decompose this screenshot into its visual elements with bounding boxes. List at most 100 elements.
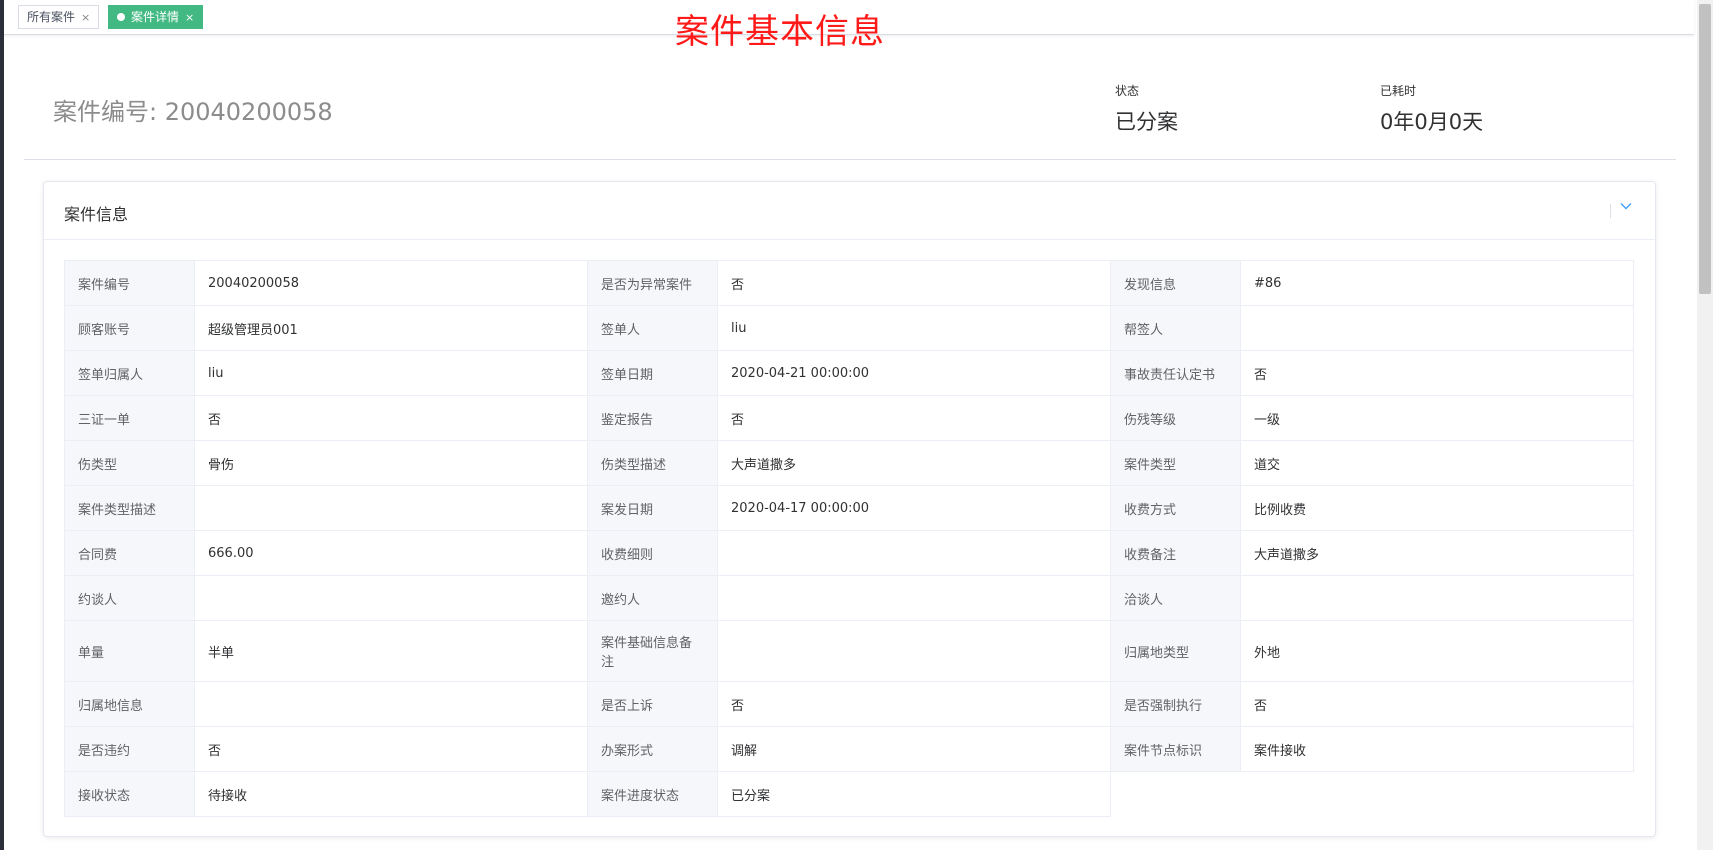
elapsed-label: 已耗时 <box>1380 84 1417 98</box>
close-icon[interactable]: × <box>185 11 194 24</box>
field-value: 20040200058 <box>194 260 588 306</box>
field-label: 案发日期 <box>587 485 718 531</box>
field-label: 接收状态 <box>64 771 195 817</box>
field-label: 事故责任认定书 <box>1110 350 1241 396</box>
field-value: #86 <box>1240 260 1634 306</box>
status-label: 状态 <box>1115 84 1140 98</box>
field-label: 收费备注 <box>1110 530 1241 576</box>
field-value <box>194 575 588 621</box>
field-value: 666.00 <box>194 530 588 576</box>
field-label: 归属地类型 <box>1110 620 1241 682</box>
field-label: 签单人 <box>587 305 718 351</box>
header-divider <box>24 159 1676 160</box>
table-row: 约谈人 邀约人 洽谈人 <box>64 575 1634 621</box>
field-label: 约谈人 <box>64 575 195 621</box>
field-label: 案件基础信息备注 <box>587 620 718 682</box>
table-row: 顾客账号 超级管理员001 签单人 liu 帮签人 <box>64 305 1634 351</box>
field-label: 是否强制执行 <box>1110 681 1241 727</box>
field-value: 超级管理员001 <box>194 305 588 351</box>
field-value: 否 <box>1240 350 1634 396</box>
card-header[interactable]: 案件信息 <box>44 182 1655 240</box>
field-label: 案件进度状态 <box>587 771 718 817</box>
field-value: 大声道撒多 <box>1240 530 1634 576</box>
divider <box>1610 204 1611 218</box>
chevron-down-icon[interactable] <box>1619 199 1633 217</box>
field-value: 2020-04-17 00:00:00 <box>717 485 1111 531</box>
field-value: 半单 <box>194 620 588 682</box>
tab-all-cases[interactable]: 所有案件 × <box>18 5 100 29</box>
elapsed-value: 0年0月0天 <box>1380 110 1484 134</box>
field-value: 2020-04-21 00:00:00 <box>717 350 1111 396</box>
field-value: liu <box>717 305 1111 351</box>
field-value: 案件接收 <box>1240 726 1634 772</box>
field-label: 合同费 <box>64 530 195 576</box>
table-row: 三证一单否鉴定报告否伤残等级 一级 <box>64 395 1634 441</box>
tab-label: 所有案件 <box>27 10 76 24</box>
field-label: 伤类型描述 <box>587 440 718 486</box>
field-label: 签单归属人 <box>64 350 195 396</box>
field-label: 单量 <box>64 620 195 682</box>
field-value: 比例收费 <box>1240 485 1634 531</box>
field-value: 否 <box>1240 681 1634 727</box>
field-value <box>717 575 1111 621</box>
field-label: 是否为异常案件 <box>587 260 718 306</box>
field-label: 发现信息 <box>1110 260 1241 306</box>
field-value: 否 <box>717 395 1111 441</box>
field-value: 外地 <box>1240 620 1634 682</box>
active-dot-icon <box>117 12 125 21</box>
empty-cell <box>1110 771 1634 817</box>
field-value: 否 <box>194 395 588 441</box>
field-label: 帮签人 <box>1110 305 1241 351</box>
field-value <box>1240 575 1634 621</box>
table-row: 案件编号 20040200058 是否为异常案件否发现信息 #86 <box>64 260 1634 306</box>
field-value: 否 <box>194 726 588 772</box>
sidebar-edge <box>0 0 4 850</box>
field-label: 鉴定报告 <box>587 395 718 441</box>
field-value: 一级 <box>1240 395 1634 441</box>
table-row: 单量 半单 案件基础信息备注 归属地类型 外地 <box>64 620 1634 682</box>
field-label: 收费方式 <box>1110 485 1241 531</box>
field-label: 邀约人 <box>587 575 718 621</box>
tab-case-detail[interactable]: 案件详情 × <box>108 5 204 29</box>
field-value: 已分案 <box>717 771 1111 817</box>
field-value: 否 <box>717 260 1111 306</box>
table-row: 案件类型描述 案发日期 2020-04-17 00:00:00 收费方式 比例收费 <box>64 485 1634 531</box>
table-row: 伤类型 骨伤 伤类型描述 大声道撒多 案件类型 道交 <box>64 440 1634 486</box>
annotation-text: 案件基本信息 <box>675 12 885 52</box>
table-row: 接收状态 待接收 案件进度状态 已分案 <box>64 771 1634 817</box>
close-icon[interactable]: × <box>81 11 90 24</box>
field-label: 案件节点标识 <box>1110 726 1241 772</box>
field-label: 三证一单 <box>64 395 195 441</box>
field-value <box>194 485 588 531</box>
scrollbar[interactable] <box>1697 0 1713 850</box>
tab-label: 案件详情 <box>131 10 180 24</box>
field-label: 案件类型 <box>1110 440 1241 486</box>
field-label: 伤类型 <box>64 440 195 486</box>
field-label: 签单日期 <box>587 350 718 396</box>
field-label: 是否违约 <box>64 726 195 772</box>
field-value: liu <box>194 350 588 396</box>
case-number-title: 案件编号: 20040200058 <box>53 98 333 126</box>
table-row: 归属地信息 是否上诉否是否强制执行否 <box>64 681 1634 727</box>
field-value: 否 <box>717 681 1111 727</box>
field-label: 是否上诉 <box>587 681 718 727</box>
field-label: 收费细则 <box>587 530 718 576</box>
table-row: 是否违约否办案形式 调解 案件节点标识 案件接收 <box>64 726 1634 772</box>
field-value <box>717 620 1111 682</box>
field-value <box>1240 305 1634 351</box>
table-row: 签单归属人 liu 签单日期 2020-04-21 00:00:00 事故责任认定书否 <box>64 350 1634 396</box>
field-label: 归属地信息 <box>64 681 195 727</box>
card-title: 案件信息 <box>64 205 129 224</box>
scrollbar-thumb[interactable] <box>1699 4 1711 294</box>
field-label: 伤残等级 <box>1110 395 1241 441</box>
field-label: 顾客账号 <box>64 305 195 351</box>
field-label: 办案形式 <box>587 726 718 772</box>
field-value: 大声道撒多 <box>717 440 1111 486</box>
table-row: 合同费 666.00 收费细则 收费备注 大声道撒多 <box>64 530 1634 576</box>
field-value: 调解 <box>717 726 1111 772</box>
status-value: 已分案 <box>1115 110 1178 134</box>
field-value: 骨伤 <box>194 440 588 486</box>
field-label: 洽谈人 <box>1110 575 1241 621</box>
field-label: 案件类型描述 <box>64 485 195 531</box>
field-value <box>194 681 588 727</box>
